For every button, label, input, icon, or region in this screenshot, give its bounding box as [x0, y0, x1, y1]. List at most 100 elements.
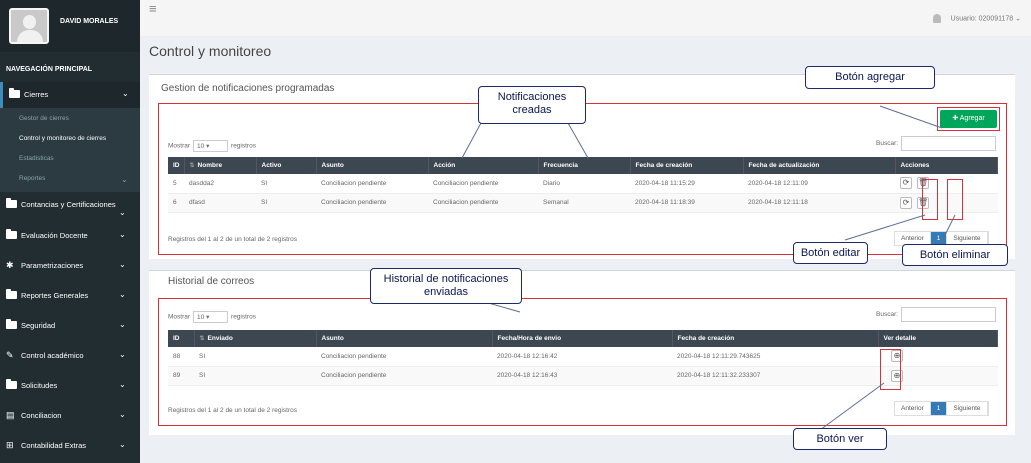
records-label: registros: [231, 313, 256, 321]
cell-id: 88: [168, 347, 194, 367]
cell-updated: 2020-04-18 12:11:18: [743, 193, 895, 213]
table-row: 5 dasdda2 SI Conciliacion pendiente Conc…: [168, 174, 998, 194]
highlight-frame: [922, 179, 938, 220]
avatar: [9, 8, 49, 44]
col-header[interactable]: Fecha de actualización: [743, 157, 896, 174]
show-label: Mostrar: [168, 142, 191, 150]
cell-sent: SI: [194, 347, 316, 367]
cell-active: SI: [256, 174, 316, 194]
cell-created: 2020-04-18 11:15:29: [630, 174, 743, 194]
chevron-down-icon: ⌄: [1015, 15, 1021, 23]
sidebar-item-solicitudes[interactable]: Solicitudes ⌄: [0, 373, 140, 399]
search-input[interactable]: [901, 136, 996, 151]
col-header[interactable]: ⇅ Enviado: [194, 330, 317, 347]
chevron-down-icon: ⌄: [119, 208, 126, 217]
col-header[interactable]: Frecuencia: [538, 157, 631, 174]
folder-icon: [6, 379, 17, 390]
col-header[interactable]: ⇅ Nombre: [184, 157, 257, 174]
col-header[interactable]: ID: [168, 330, 195, 347]
page-title: Control y monitoreo: [149, 43, 272, 59]
callout-edit: Botón editar: [793, 242, 868, 264]
col-header[interactable]: Acción: [428, 157, 539, 174]
folder-icon: [6, 289, 17, 300]
sidebar-item-evaluacion[interactable]: Evaluación Docente ⌄: [0, 223, 140, 249]
cell-subject: Conciliacion pendiente: [316, 193, 428, 213]
col-header[interactable]: Fecha/Hora de envio: [492, 330, 673, 347]
cell-created: 2020-04-18 12:11:29.743625: [672, 347, 878, 367]
sidebar-item-label: Reportes Generales: [21, 291, 89, 300]
col-header[interactable]: Acciones: [895, 157, 998, 174]
sidebar-item-parametrizaciones[interactable]: ✱ Parametrizaciones ⌄: [0, 253, 140, 279]
sidebar-item-contabilidad[interactable]: ⊞ Contabilidad Extras ⌄: [0, 433, 140, 459]
submenu-item-estadisticas[interactable]: Estadisticas: [0, 150, 140, 170]
sidebar-item-constancias[interactable]: Contancias y Certificaciones ⌄: [0, 192, 140, 226]
sidebar-item-cierres[interactable]: Cierres ⌄: [0, 82, 140, 108]
search-label: Buscar:: [876, 311, 899, 318]
chevron-down-icon: ⌄: [119, 350, 126, 359]
submenu-item-gestor[interactable]: Gestor de cierres: [0, 110, 140, 130]
sidebar-item-reportes-generales[interactable]: Reportes Generales ⌄: [0, 283, 140, 309]
submenu-label: Estadisticas: [19, 155, 54, 162]
search-label: Buscar:: [876, 140, 899, 147]
folder-icon: [6, 198, 17, 209]
page-length-select[interactable]: 10 ▾: [193, 140, 229, 152]
chevron-down-icon: ⌄: [122, 89, 129, 98]
sidebar-item-label: Seguridad: [21, 321, 56, 330]
submenu-item-control[interactable]: Control y monitoreo de cierres: [0, 130, 140, 150]
chevron-down-icon: ⌄: [119, 230, 126, 239]
folder-icon: [6, 229, 17, 240]
col-header[interactable]: Asunto: [316, 330, 493, 347]
records-label: registros: [231, 142, 256, 150]
sidebar-item-label: Contabilidad Extras: [21, 441, 87, 450]
sidebar-item-label: Evaluación Docente: [21, 231, 88, 240]
sidebar-item-seguridad[interactable]: Seguridad ⌄: [0, 313, 140, 339]
cell-id: 5: [168, 174, 184, 194]
sidebar-item-label: Cierres: [24, 90, 49, 99]
edit-icon[interactable]: ⟳: [900, 177, 912, 190]
submenu-item-reportes[interactable]: Reportes ⌄: [0, 170, 140, 190]
sidebar-item-label: Solicitudes: [21, 381, 58, 390]
cell-subject: Conciliacion pendiente: [316, 174, 428, 194]
callout-add: Botón agregar: [805, 66, 935, 89]
cell-updated: 2020-04-18 12:11:09: [743, 174, 895, 194]
sidebar-item-conciliacion[interactable]: ▤ Conciliacion ⌄: [0, 403, 140, 429]
cell-name: dfasd: [184, 193, 256, 213]
page-button[interactable]: 1: [930, 402, 948, 415]
col-header[interactable]: Ver detalle: [878, 330, 998, 347]
col-header[interactable]: Fecha de creación: [630, 157, 744, 174]
prev-page-button[interactable]: Anterior: [895, 402, 931, 415]
page-length-select[interactable]: 10 ▾: [193, 311, 229, 323]
callout-history: Historial de notificaciones enviadas: [370, 268, 522, 304]
cell-action: Conciliacion pendiente: [428, 174, 538, 194]
search-input[interactable]: [901, 307, 996, 322]
gear-icon: ✱: [6, 260, 14, 270]
cell-sent-date: 2020-04-18 12:16:43: [492, 366, 672, 386]
select-value: 10: [197, 314, 205, 321]
cell-id: 6: [168, 193, 184, 213]
col-header[interactable]: Asunto: [316, 157, 429, 174]
highlight-frame: [947, 179, 963, 220]
page-length-control: Mostrar 10 ▾ registros: [168, 140, 256, 152]
next-page-button[interactable]: Siguiente: [947, 402, 988, 415]
pencil-icon: ✎: [6, 350, 14, 360]
user-icon: [932, 14, 941, 23]
col-header[interactable]: Activo: [256, 157, 317, 174]
col-header[interactable]: ID: [168, 157, 185, 174]
cell-sent: SI: [194, 366, 316, 386]
cell-frequency: Diario: [538, 174, 630, 194]
user-label: Usuario: 020091178: [950, 15, 1014, 23]
history-table: ID ⇅ Enviado Asunto Fecha/Hora de envio F…: [168, 330, 998, 386]
col-label: Enviado: [207, 335, 233, 342]
hamburger-icon[interactable]: ≡: [149, 1, 157, 16]
user-menu[interactable]: Usuario: 020091178 ⌄: [932, 14, 1021, 23]
chevron-down-icon: ⌄: [119, 290, 126, 299]
edit-icon[interactable]: ⟳: [900, 196, 912, 209]
chevron-down-icon: ⌄: [119, 320, 126, 329]
sidebar-item-control-academico[interactable]: ✎ Control académico ⌄: [0, 343, 140, 369]
col-header[interactable]: Fecha de creación: [672, 330, 879, 347]
cell-frequency: Semanal: [538, 193, 630, 213]
highlight-frame: [880, 349, 901, 390]
callout-delete: Botón eliminar: [902, 244, 1008, 266]
table-row: 6 dfasd SI Conciliacion pendiente Concil…: [168, 193, 998, 213]
cell-id: 89: [168, 366, 194, 386]
